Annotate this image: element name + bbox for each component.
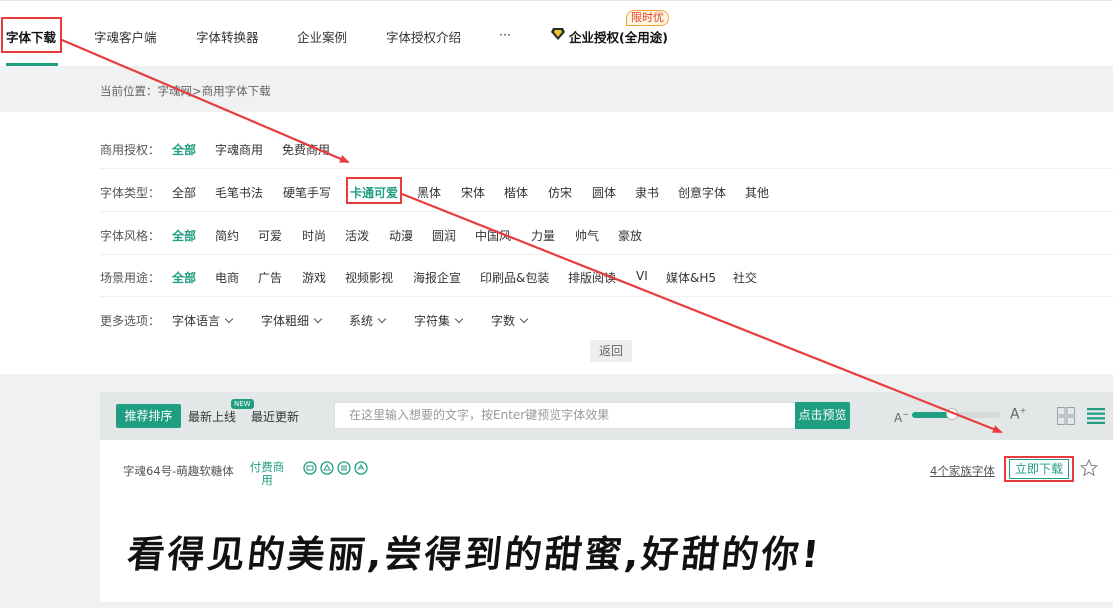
annotation-arrow-2 <box>401 192 1003 434</box>
annotation-arrow-1 <box>61 38 350 164</box>
annotation-arrows <box>61 38 1003 434</box>
